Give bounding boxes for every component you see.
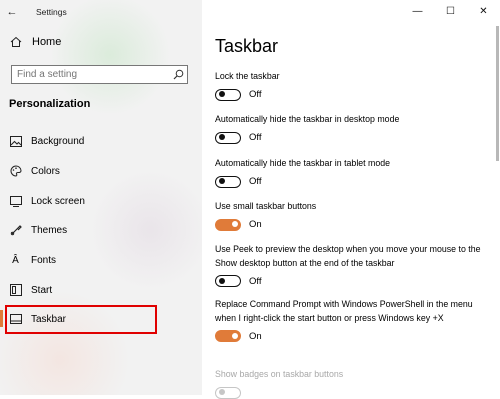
- home-label: Home: [32, 36, 62, 48]
- toggle-peek[interactable]: Off: [215, 275, 485, 287]
- sidebar-item-start[interactable]: Start: [9, 281, 194, 299]
- fonts-icon: Â: [12, 254, 19, 266]
- toggle-state: On: [249, 330, 262, 342]
- sidebar-item-label: Lock screen: [31, 195, 85, 207]
- sidebar-item-fonts[interactable]: Â Fonts: [9, 251, 194, 269]
- sidebar-item-background[interactable]: Background: [9, 132, 194, 150]
- selected-indicator: [0, 310, 3, 327]
- setting-label: Automatically hide the taskbar in tablet…: [215, 158, 391, 168]
- home-link[interactable]: Home: [10, 36, 61, 48]
- setting-peek: Use Peek to preview the desktop when you…: [215, 243, 485, 287]
- search-input[interactable]: [12, 68, 169, 81]
- setting-powershell: Replace Command Prompt with Windows Powe…: [215, 298, 485, 342]
- lock-screen-icon: [9, 195, 22, 208]
- setting-badges: Show badges on taskbar buttons: [215, 368, 485, 399]
- setting-label: Automatically hide the taskbar in deskto…: [215, 114, 400, 124]
- setting-autohide-tablet: Automatically hide the taskbar in tablet…: [215, 157, 485, 188]
- page-title: Taskbar: [215, 36, 279, 56]
- palette-icon: [9, 165, 22, 178]
- setting-label: Show badges on taskbar buttons: [215, 369, 344, 379]
- image-icon: [9, 135, 22, 148]
- title-bar: ← Settings: [0, 0, 202, 24]
- setting-lock-taskbar: Lock the taskbar Off: [215, 70, 485, 101]
- start-icon: [9, 284, 22, 297]
- toggle-badges[interactable]: [215, 386, 485, 399]
- toggle-switch[interactable]: [215, 131, 241, 144]
- sidebar-item-label: Themes: [31, 224, 68, 236]
- sidebar-item-label: Start: [31, 284, 53, 296]
- search-icon[interactable]: [173, 69, 184, 80]
- window-controls: — ☐ ✕: [401, 0, 500, 22]
- maximize-icon[interactable]: ☐: [434, 0, 467, 22]
- toggle-state: On: [249, 219, 262, 230]
- toggle-switch[interactable]: [215, 88, 241, 101]
- minimize-icon[interactable]: —: [401, 0, 434, 22]
- themes-icon: [9, 224, 22, 237]
- setting-label: Use Peek to preview the desktop when you…: [215, 244, 481, 268]
- toggle-autohide-desktop[interactable]: Off: [215, 131, 485, 144]
- toggle-state: Off: [249, 132, 262, 143]
- setting-label: Use small taskbar buttons: [215, 201, 317, 211]
- toggle-switch[interactable]: [215, 275, 241, 287]
- search-box[interactable]: [11, 65, 188, 84]
- toggle-state: Off: [249, 176, 262, 187]
- sidebar-item-label: Background: [31, 135, 85, 147]
- window-title: Settings: [36, 7, 67, 17]
- home-icon: [10, 36, 22, 47]
- toggle-powershell[interactable]: On: [215, 330, 485, 342]
- main-panel: — ☐ ✕ Taskbar Lock the taskbar Off Autom…: [202, 0, 500, 399]
- toggle-switch[interactable]: [215, 218, 241, 231]
- section-title: Personalization: [9, 98, 91, 110]
- toggle-state: Off: [249, 89, 262, 100]
- sidebar-item-lock-screen[interactable]: Lock screen: [9, 192, 194, 210]
- sidebar-item-label: Colors: [31, 165, 60, 177]
- setting-small-buttons: Use small taskbar buttons On: [215, 200, 485, 231]
- sidebar-item-colors[interactable]: Colors: [9, 162, 194, 180]
- setting-label: Replace Command Prompt with Windows Powe…: [215, 299, 473, 323]
- highlight-box: [5, 305, 157, 334]
- close-icon[interactable]: ✕: [467, 0, 500, 22]
- sidebar-item-label: Fonts: [31, 254, 57, 266]
- toggle-autohide-tablet[interactable]: Off: [215, 175, 485, 188]
- sidebar-item-themes[interactable]: Themes: [9, 221, 194, 239]
- sidebar: ← Settings Home Personalization Backgrou…: [0, 0, 202, 395]
- scrollbar[interactable]: [496, 26, 499, 161]
- toggle-state: Off: [249, 275, 262, 287]
- setting-autohide-desktop: Automatically hide the taskbar in deskto…: [215, 113, 485, 144]
- toggle-switch[interactable]: [215, 330, 241, 342]
- toggle-switch[interactable]: [215, 175, 241, 188]
- setting-label: Lock the taskbar: [215, 71, 280, 81]
- toggle-switch[interactable]: [215, 386, 241, 399]
- toggle-lock-taskbar[interactable]: Off: [215, 88, 485, 101]
- back-arrow-icon[interactable]: ←: [0, 6, 24, 18]
- toggle-small-buttons[interactable]: On: [215, 218, 485, 231]
